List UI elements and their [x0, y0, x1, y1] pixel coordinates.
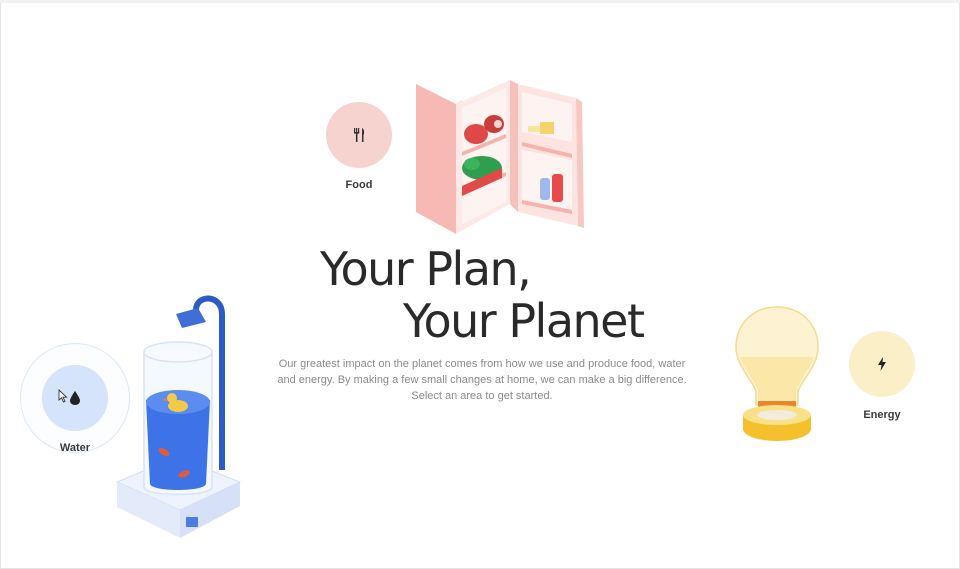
water-label[interactable]: Water [46, 442, 104, 454]
hero-title-line-2: Your Planet [403, 294, 645, 348]
hero-title-line-1: Your Plan, [320, 242, 532, 296]
fridge-illustration [416, 80, 584, 234]
food-category-button[interactable] [326, 102, 392, 168]
food-label[interactable]: Food [330, 179, 388, 191]
lightning-bolt-icon [878, 357, 886, 371]
hero-description: Our greatest impact on the planet comes … [277, 358, 687, 402]
water-illustration [115, 295, 242, 538]
water-category-button[interactable] [42, 365, 108, 431]
top-border [0, 0, 960, 3]
mouse-cursor-icon [58, 389, 68, 403]
lightbulb-illustration [735, 306, 819, 441]
energy-label[interactable]: Energy [853, 409, 911, 421]
fork-knife-icon [354, 128, 365, 142]
energy-category-button[interactable] [849, 331, 915, 397]
water-drop-icon [70, 391, 80, 405]
